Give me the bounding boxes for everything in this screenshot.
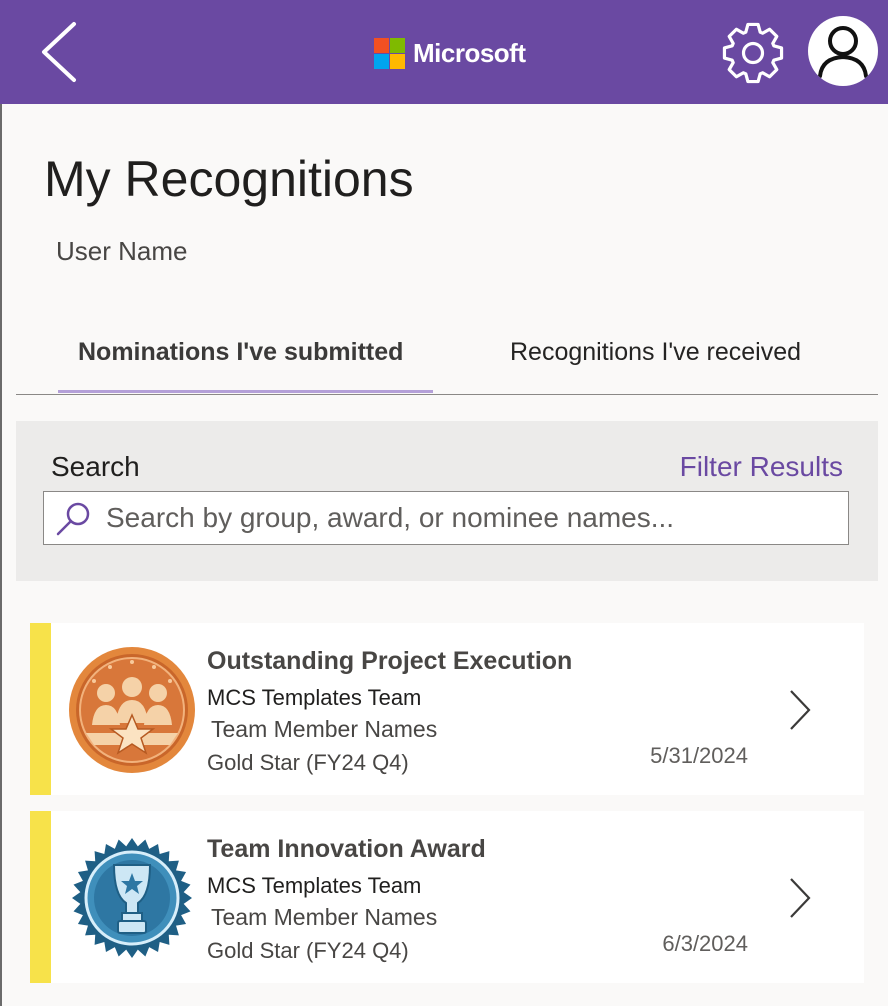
chevron-right-icon	[790, 690, 811, 730]
award-members: Team Member Names	[211, 904, 438, 930]
card-accent-bar	[30, 811, 51, 983]
app-header: Microsoft	[0, 0, 888, 104]
award-date: 5/31/2024	[650, 743, 748, 768]
award-title: Team Innovation Award	[207, 835, 486, 863]
microsoft-squares-icon	[374, 37, 405, 69]
gear-icon	[722, 22, 784, 84]
selected-tab-indicator	[58, 390, 433, 393]
award-title: Outstanding Project Execution	[207, 647, 573, 675]
award-group: MCS Templates Team	[207, 685, 422, 710]
search-input[interactable]	[106, 492, 842, 544]
search-label: Search	[51, 451, 140, 482]
award-period: Gold Star (FY24 Q4)	[207, 750, 409, 775]
chevron-right-icon	[790, 878, 811, 918]
award-members: Team Member Names	[211, 716, 438, 742]
trophy-seal-icon	[72, 838, 192, 958]
nomination-card[interactable]: Outstanding Project Execution MCS Templa…	[30, 623, 864, 795]
award-date: 6/3/2024	[662, 931, 748, 956]
search-box[interactable]	[43, 491, 849, 545]
search-panel: Search Filter Results	[16, 421, 878, 581]
tab-nominations-submitted[interactable]: Nominations I've submitted	[78, 338, 403, 367]
filter-results-link[interactable]: Filter Results	[680, 451, 843, 483]
frame-border	[0, 104, 2, 1006]
tab-recognitions-received[interactable]: Recognitions I've received	[510, 338, 801, 367]
tab-bar: Nominations I've submitted Recognitions …	[16, 320, 878, 395]
settings-button[interactable]	[720, 20, 786, 86]
chevron-left-icon	[42, 22, 76, 82]
brand-name: Microsoft	[413, 37, 526, 68]
avatar[interactable]	[808, 16, 878, 86]
user-name: User Name	[56, 236, 188, 266]
card-accent-bar	[30, 623, 51, 795]
award-group: MCS Templates Team	[207, 873, 422, 898]
page-title: My Recognitions	[44, 151, 414, 207]
back-button[interactable]	[34, 18, 82, 86]
search-icon	[56, 502, 90, 536]
nomination-card[interactable]: Team Innovation Award MCS Templates Team…	[30, 811, 864, 983]
team-medal-icon	[69, 647, 195, 773]
microsoft-logo: Microsoft	[374, 37, 526, 69]
person-icon	[809, 17, 877, 85]
award-period: Gold Star (FY24 Q4)	[207, 938, 409, 963]
